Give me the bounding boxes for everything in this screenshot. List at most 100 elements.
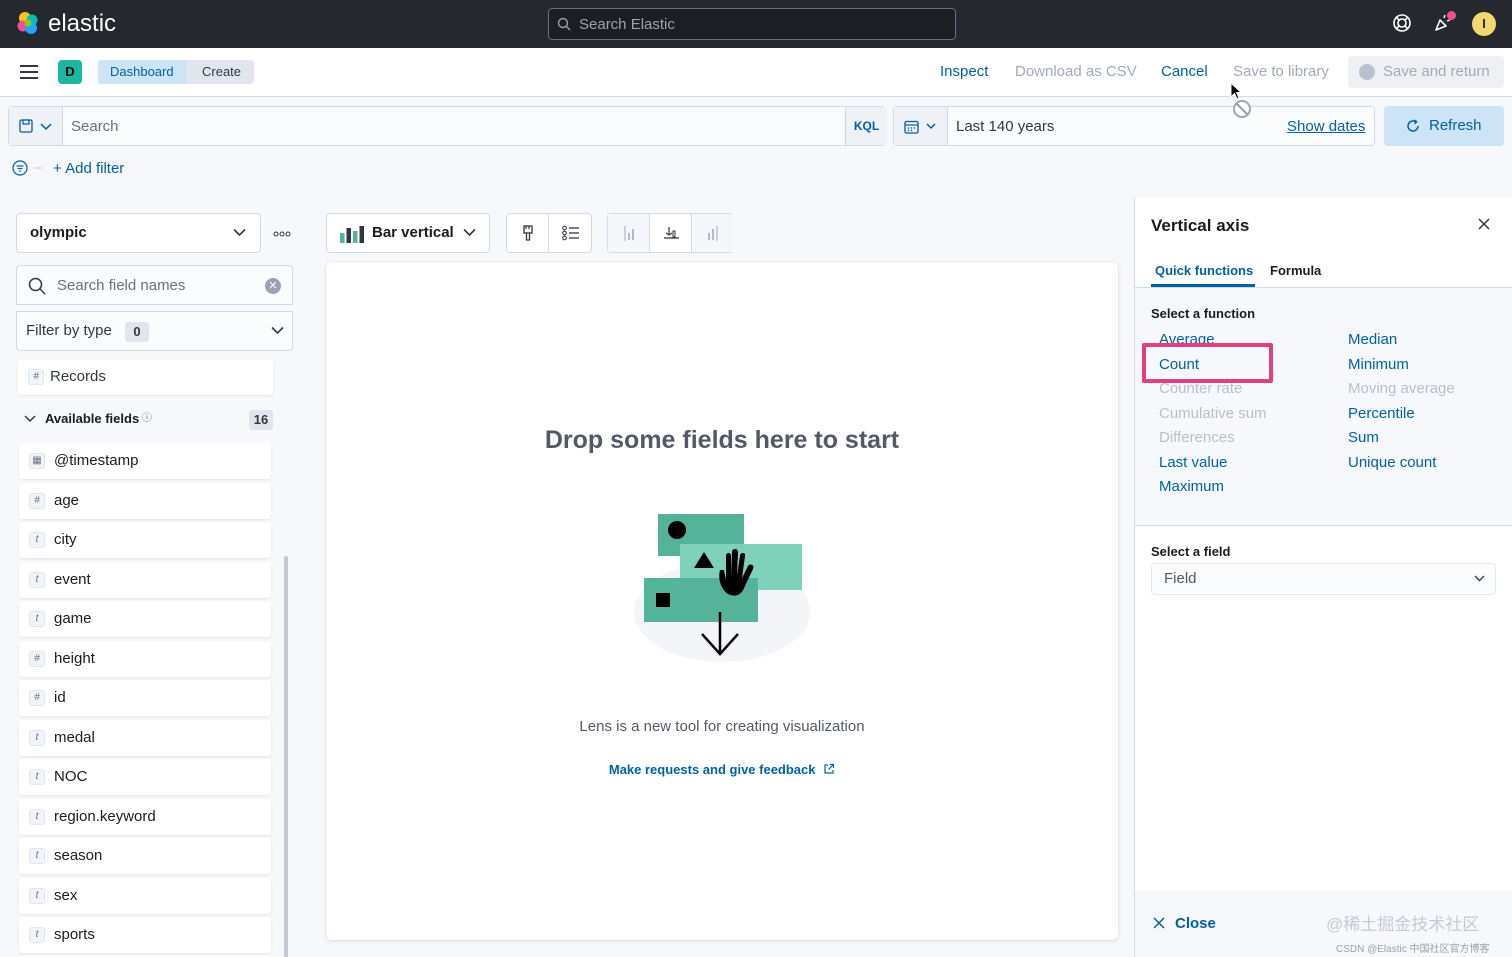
function-option[interactable]: Median [1348, 331, 1397, 348]
function-option[interactable]: Last value [1159, 454, 1227, 471]
more-options-icon[interactable] [273, 231, 291, 237]
function-option[interactable]: Percentile [1348, 405, 1415, 422]
string-type-icon: t [29, 769, 45, 785]
tab-quick-functions[interactable]: Quick functions [1155, 263, 1253, 278]
field-name: region.keyword [54, 807, 156, 825]
chevron-down-icon [463, 228, 476, 237]
lens-description: Lens is a new tool for creating visualiz… [579, 718, 865, 735]
function-option[interactable]: Maximum [1159, 478, 1224, 495]
app-bar: D Dashboard Create Inspect Download as C… [0, 48, 1512, 97]
global-search-input[interactable] [579, 9, 949, 39]
field-name: id [54, 689, 66, 706]
mouse-cursor-icon [1230, 82, 1251, 118]
available-fields-list: ▦ @timestamp # age t city t event t game # height # i… [19, 443, 271, 957]
date-range-label[interactable]: Last 140 years [956, 118, 1054, 135]
field-select[interactable]: Field [1151, 563, 1496, 595]
date-type-icon: ▦ [29, 453, 45, 469]
query-language-button[interactable]: KQL [845, 107, 887, 145]
field-search-input[interactable] [57, 266, 257, 304]
records-field[interactable]: # Records [18, 359, 273, 395]
help-icon[interactable] [1391, 12, 1413, 34]
field-item[interactable]: ▦ @timestamp [19, 443, 271, 479]
menu-icon[interactable] [20, 65, 38, 79]
close-flyout-button[interactable]: Close [1175, 915, 1216, 932]
field-item[interactable]: # age [19, 482, 271, 519]
index-pattern-select[interactable]: olympic [16, 213, 261, 253]
left-axis-icon [624, 226, 634, 241]
visual-options-button[interactable] [507, 214, 549, 252]
query-bar: KQL [8, 106, 887, 146]
field-item[interactable]: # height [19, 640, 271, 677]
axis-settings-group [607, 213, 734, 253]
filter-by-type-button[interactable]: Filter by type 0 [16, 311, 293, 351]
brand-name[interactable]: elastic [48, 10, 116, 38]
cancel-button[interactable]: Cancel [1161, 63, 1208, 81]
field-item[interactable]: t city [19, 522, 271, 558]
check-circle-icon [1359, 64, 1375, 80]
chevron-down-icon [233, 228, 246, 237]
field-item[interactable]: t NOC [19, 759, 271, 795]
select-field-label: Select a field [1151, 544, 1231, 559]
scrollbar[interactable] [284, 556, 288, 957]
field-item[interactable]: t sex [19, 877, 271, 914]
search-icon [557, 17, 571, 31]
external-link-icon [824, 763, 835, 774]
help-icon[interactable]: ⓘ [142, 409, 152, 424]
refresh-button[interactable]: Refresh [1384, 106, 1504, 146]
field-item[interactable]: # id [19, 680, 271, 716]
quick-date-menu-button[interactable] [894, 107, 948, 145]
chart-type-switcher[interactable]: Bar vertical [326, 213, 490, 253]
save-to-library-button[interactable]: Save to library [1233, 63, 1329, 81]
save-and-return-button[interactable]: Save and return [1348, 56, 1504, 88]
function-option[interactable]: Minimum [1348, 356, 1409, 373]
function-option[interactable]: Differences [1159, 429, 1235, 446]
chevron-down-icon [24, 415, 36, 423]
field-item[interactable]: t season [19, 838, 271, 874]
clear-search-icon[interactable]: ✕ [265, 278, 281, 294]
function-option[interactable]: Cumulative sum [1159, 405, 1267, 422]
left-axis-button[interactable] [608, 214, 650, 252]
field-item[interactable]: t event [19, 561, 271, 598]
tab-formula[interactable]: Formula [1270, 263, 1321, 278]
search-icon [28, 277, 46, 295]
field-name: city [54, 531, 77, 548]
user-avatar[interactable]: I [1472, 12, 1496, 36]
field-name: height [54, 649, 95, 667]
function-option[interactable]: Moving average [1348, 380, 1455, 397]
save-and-return-label: Save and return [1383, 63, 1490, 80]
filter-icon[interactable] [12, 160, 44, 176]
available-fields-count: 16 [249, 410, 273, 430]
records-label: Records [50, 368, 106, 385]
space-avatar[interactable]: D [58, 60, 82, 84]
field-item[interactable]: t region.keyword [19, 798, 271, 835]
feedback-link[interactable]: Make requests and give feedback [326, 762, 1118, 777]
add-filter-button[interactable]: + Add filter [53, 160, 124, 177]
saved-query-button[interactable] [9, 107, 63, 145]
close-icon[interactable] [1474, 214, 1494, 234]
select-function-label: Select a function [1151, 306, 1256, 321]
function-option[interactable]: Unique count [1348, 454, 1436, 471]
download-csv-button[interactable]: Download as CSV [1015, 63, 1137, 81]
field-name: @timestamp [54, 452, 139, 469]
right-axis-button[interactable] [692, 214, 734, 252]
notification-dot [1447, 11, 1456, 20]
query-search-input[interactable] [71, 107, 841, 145]
field-item[interactable]: t medal [19, 719, 271, 756]
field-item[interactable]: t game [19, 601, 271, 637]
field-item[interactable]: t sports [19, 917, 271, 953]
function-option[interactable]: Sum [1348, 429, 1379, 446]
lens-workspace-dropzone[interactable]: Drop some fields here to start Lens is a… [326, 262, 1118, 940]
breadcrumb-dashboard[interactable]: Dashboard [98, 60, 188, 84]
field-search[interactable]: ✕ [16, 265, 293, 305]
dropzone-title: Drop some fields here to start [544, 426, 900, 454]
show-dates-link[interactable]: Show dates [1287, 118, 1365, 135]
global-search[interactable] [548, 8, 956, 40]
drag-and-drop-illustration [634, 514, 810, 662]
string-type-icon: t [29, 927, 45, 943]
field-name: season [54, 847, 103, 864]
bottom-axis-button[interactable] [650, 214, 692, 252]
inspect-button[interactable]: Inspect [940, 63, 988, 81]
elastic-logo-icon[interactable] [16, 11, 40, 35]
legend-settings-button[interactable] [549, 214, 591, 252]
field-name: NOC [54, 768, 88, 785]
